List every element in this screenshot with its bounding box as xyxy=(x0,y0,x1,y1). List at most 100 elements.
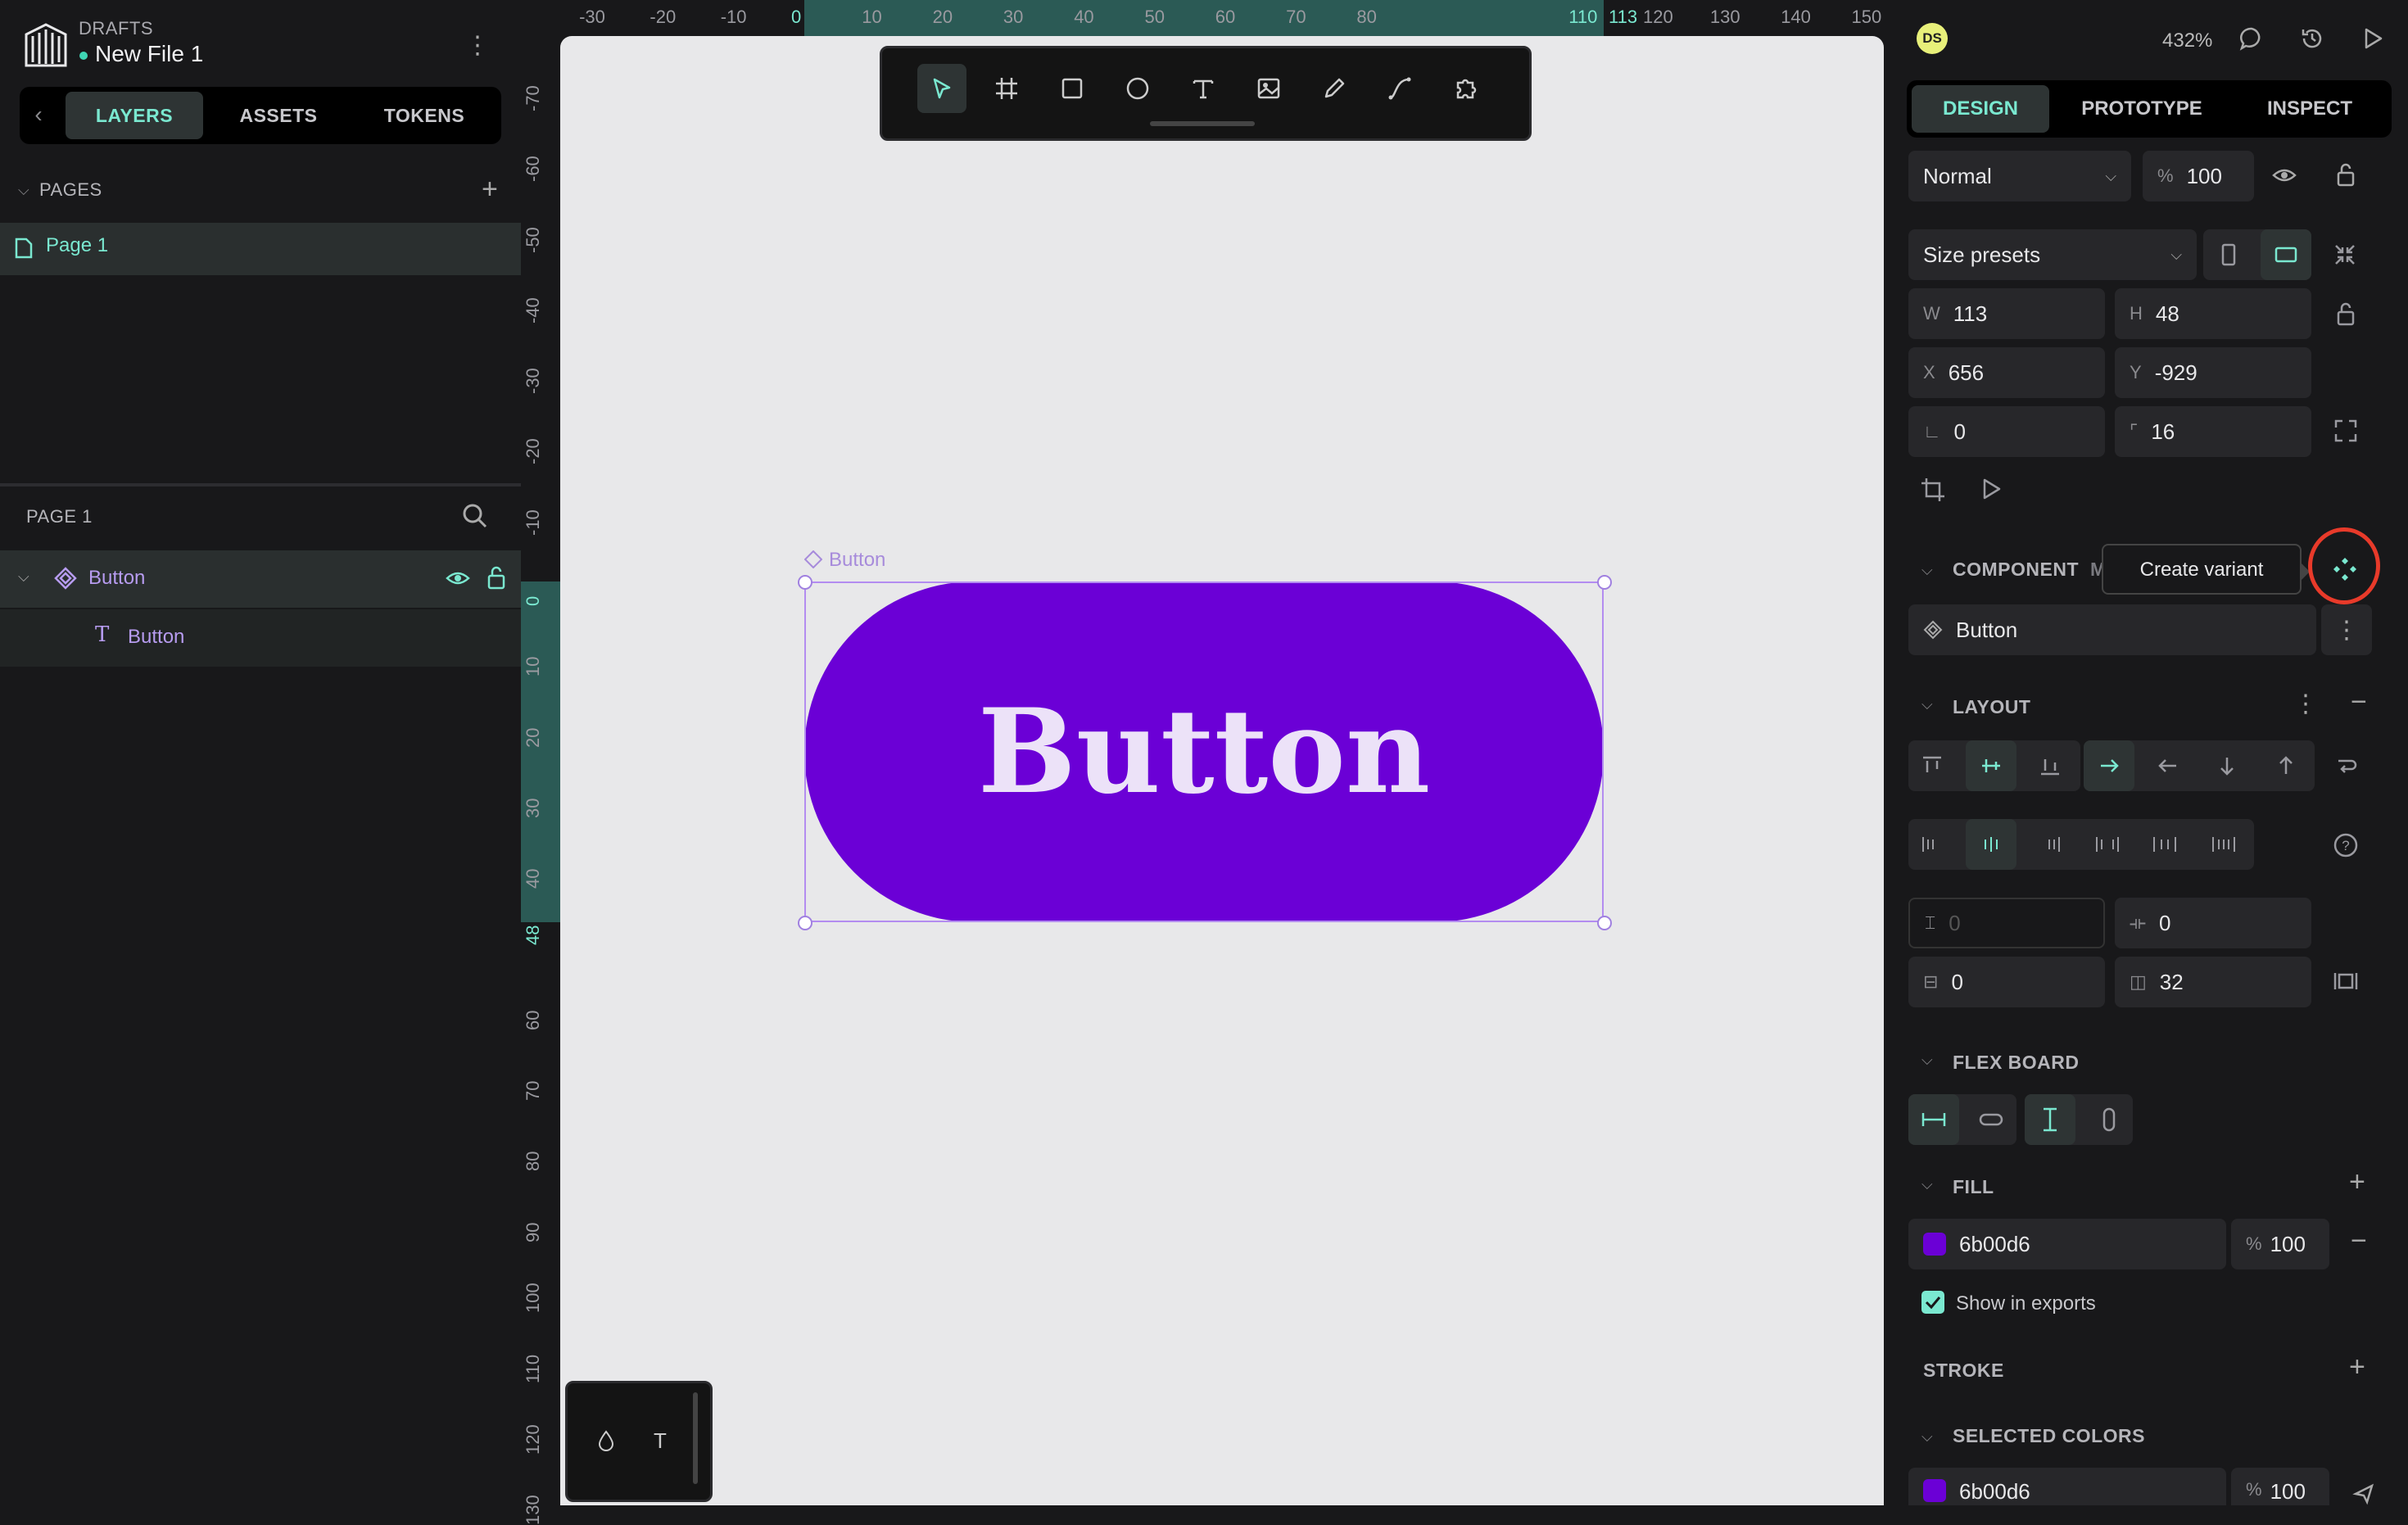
file-menu-icon[interactable]: ⋮ xyxy=(465,33,490,59)
horizontal-padding-field[interactable]: ◫ 32 xyxy=(2115,957,2311,1007)
add-fill-icon[interactable]: + xyxy=(2349,1166,2365,1198)
ellipse-tool-icon[interactable] xyxy=(1113,64,1162,113)
section-collapse-icon[interactable]: ⌵ xyxy=(1921,1176,1933,1193)
pencil-tool-icon[interactable] xyxy=(1310,64,1359,113)
landscape-orientation-icon[interactable] xyxy=(2261,229,2311,280)
component-name-label[interactable]: Button xyxy=(829,549,885,572)
fill-swatch[interactable] xyxy=(1923,1233,1946,1256)
fill-color-field[interactable]: 6b00d6 xyxy=(1908,1219,2226,1269)
x-position-field[interactable]: X 656 xyxy=(1908,347,2105,398)
layer-row-component[interactable] xyxy=(0,550,521,608)
color-palette-icon[interactable] xyxy=(598,1430,614,1451)
independent-padding-icon[interactable] xyxy=(2333,968,2359,994)
pointer-tool-icon[interactable] xyxy=(917,64,966,113)
blend-mode-select[interactable]: Normal ⌵ xyxy=(1908,151,2131,201)
visibility-eye-icon[interactable] xyxy=(446,568,470,588)
layout-menu-icon[interactable]: ⋮ xyxy=(2293,690,2318,718)
component-menu-icon[interactable]: ⋮ xyxy=(2321,604,2372,655)
direction-row-icon[interactable] xyxy=(2084,740,2134,791)
justify-start-icon[interactable] xyxy=(1908,819,1959,870)
tab-assets[interactable]: ASSETS xyxy=(210,92,347,139)
justify-end-icon[interactable] xyxy=(2023,819,2074,870)
resize-handle-tl[interactable] xyxy=(798,575,812,590)
tab-prototype[interactable]: PROTOTYPE xyxy=(2054,85,2229,133)
lock-icon[interactable] xyxy=(487,565,506,590)
selected-color-opacity-field[interactable]: % 100 xyxy=(2231,1468,2329,1505)
y-position-field[interactable]: Y -929 xyxy=(2115,347,2311,398)
clip-content-icon[interactable] xyxy=(1920,477,1946,503)
comments-icon[interactable] xyxy=(2239,26,2264,51)
palette-drag-handle[interactable] xyxy=(693,1392,698,1484)
direction-column-reverse-icon[interactable] xyxy=(2261,740,2311,791)
tab-design[interactable]: DESIGN xyxy=(1912,85,2049,133)
layer-expand-icon[interactable]: ⌵ xyxy=(18,568,29,586)
resize-handle-br[interactable] xyxy=(1597,916,1612,930)
align-center-icon[interactable] xyxy=(1966,740,2016,791)
tab-tokens[interactable]: TOKENS xyxy=(354,92,495,139)
fix-width-icon[interactable] xyxy=(1908,1094,1959,1145)
remove-layout-icon[interactable]: − xyxy=(2351,686,2367,718)
rectangle-tool-icon[interactable] xyxy=(1048,64,1097,113)
plugins-tool-icon[interactable] xyxy=(1441,64,1490,113)
avatar[interactable]: DS xyxy=(1917,23,1948,54)
proportion-lock-icon[interactable] xyxy=(2336,301,2356,326)
section-collapse-icon[interactable]: ⌵ xyxy=(1921,562,1933,579)
zoom-level[interactable]: 432% xyxy=(2162,29,2212,52)
search-icon[interactable] xyxy=(462,503,488,529)
resize-handle-tr[interactable] xyxy=(1597,575,1612,590)
project-name[interactable]: DRAFTS xyxy=(79,18,153,39)
help-icon[interactable]: ? xyxy=(2333,832,2359,858)
justify-center-icon[interactable] xyxy=(1966,819,2016,870)
justify-space-around-icon[interactable] xyxy=(2139,819,2190,870)
portrait-orientation-icon[interactable] xyxy=(2203,229,2254,280)
row-gap-field[interactable]: ⌶ 0 xyxy=(1908,898,2105,948)
section-collapse-icon[interactable]: ⌵ xyxy=(1921,1052,1933,1069)
independent-corners-icon[interactable] xyxy=(2333,418,2359,444)
app-logo-icon[interactable] xyxy=(23,18,69,70)
align-start-icon[interactable] xyxy=(1907,740,1958,791)
tab-layers[interactable]: LAYERS xyxy=(66,92,203,139)
tab-inspect[interactable]: INSPECT xyxy=(2233,85,2387,133)
typography-palette-icon[interactable]: T xyxy=(654,1428,667,1454)
column-gap-field[interactable]: ⟛ 0 xyxy=(2115,898,2311,948)
add-page-icon[interactable]: + xyxy=(482,174,498,206)
component-name-row[interactable]: Button xyxy=(1908,604,2316,655)
auto-width-icon[interactable] xyxy=(1966,1094,2016,1145)
justify-space-between-icon[interactable] xyxy=(2082,819,2133,870)
path-tool-icon[interactable] xyxy=(1375,64,1424,113)
wrap-icon[interactable] xyxy=(2321,740,2372,791)
radius-field[interactable]: ⌜ 16 xyxy=(2115,406,2311,457)
collapse-sidebar-icon[interactable]: ‹ xyxy=(25,97,52,132)
visibility-eye-icon[interactable] xyxy=(2272,165,2297,185)
fix-height-icon[interactable] xyxy=(2025,1094,2075,1145)
board-tool-icon[interactable] xyxy=(982,64,1031,113)
width-field[interactable]: W 113 xyxy=(1908,288,2105,339)
toolbar-drag-handle[interactable] xyxy=(1150,121,1255,126)
image-tool-icon[interactable] xyxy=(1244,64,1293,113)
section-collapse-icon[interactable]: ⌵ xyxy=(1921,696,1933,713)
rotation-field[interactable]: ∟ 0 xyxy=(1908,406,2105,457)
vertical-padding-field[interactable]: ⊟ 0 xyxy=(1908,957,2105,1007)
section-collapse-icon[interactable]: ⌵ xyxy=(1921,1428,1933,1446)
pages-collapse-icon[interactable]: ⌵ xyxy=(18,182,29,199)
size-presets-select[interactable]: Size presets ⌵ xyxy=(1908,229,2197,280)
play-icon[interactable] xyxy=(2360,26,2385,51)
panel-divider[interactable] xyxy=(0,483,521,486)
show-in-view-mode-icon[interactable] xyxy=(1979,477,2003,501)
height-field[interactable]: H 48 xyxy=(2115,288,2311,339)
file-name[interactable]: New File 1 xyxy=(95,41,203,67)
fit-content-icon[interactable] xyxy=(2331,241,2359,269)
history-icon[interactable] xyxy=(2300,26,2324,51)
resize-handle-bl[interactable] xyxy=(798,916,812,930)
select-shapes-icon[interactable] xyxy=(2352,1482,2375,1505)
selected-color-swatch[interactable] xyxy=(1923,1479,1946,1502)
text-tool-icon[interactable] xyxy=(1179,64,1228,113)
auto-height-icon[interactable] xyxy=(2084,1094,2134,1145)
selected-color-field[interactable]: 6b00d6 xyxy=(1908,1468,2226,1505)
show-in-exports-checkbox[interactable] xyxy=(1921,1291,1944,1314)
justify-space-evenly-icon[interactable] xyxy=(2198,819,2249,870)
fill-opacity-field[interactable]: % 100 xyxy=(2231,1219,2329,1269)
add-stroke-icon[interactable]: + xyxy=(2349,1351,2365,1383)
layer-row-text[interactable] xyxy=(0,609,521,667)
remove-fill-icon[interactable]: − xyxy=(2351,1225,2367,1257)
